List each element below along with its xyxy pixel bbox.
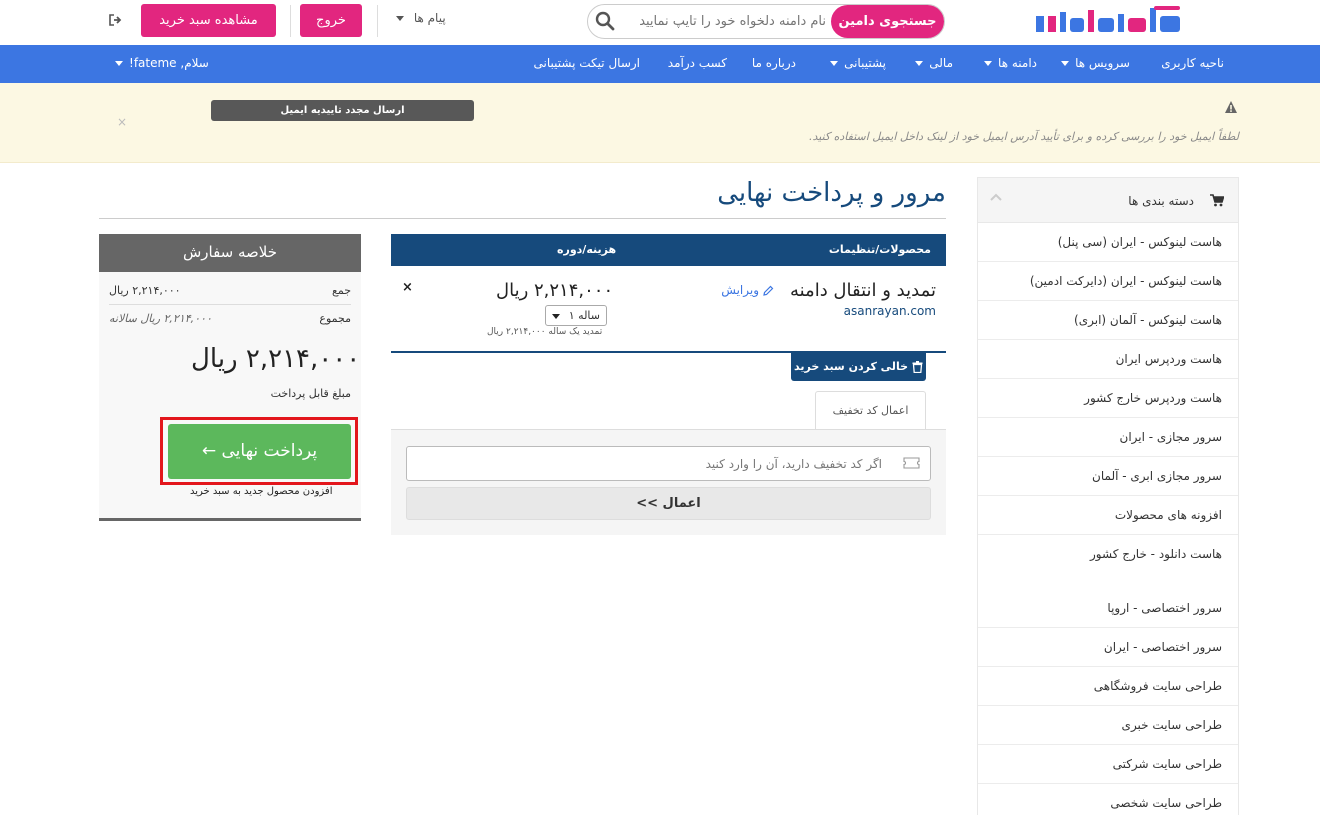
empty-cart-button[interactable]: خالی کردن سبد خرید bbox=[791, 353, 926, 381]
sign-out-icon[interactable] bbox=[108, 13, 122, 27]
nav-label: درباره ما bbox=[751, 56, 796, 70]
logout-button[interactable]: خروج bbox=[300, 4, 362, 37]
messages-dropdown[interactable]: پیام ها bbox=[396, 11, 446, 25]
total-row-label: مجموع bbox=[319, 312, 351, 325]
nav-item-billing[interactable]: مالی bbox=[915, 56, 953, 70]
divider bbox=[377, 5, 378, 37]
shopping-cart-icon bbox=[1210, 194, 1224, 207]
view-cart-button[interactable]: مشاهده سبد خرید bbox=[141, 4, 276, 37]
order-summary-title: خلاصه سفارش bbox=[99, 234, 361, 272]
apply-promo-button[interactable]: اعمال >> bbox=[406, 487, 931, 520]
sidebar-item[interactable]: هاست لینوکس - آلمان (ابری) bbox=[978, 301, 1238, 340]
nav-label: ناحیه کاربری bbox=[1161, 56, 1224, 70]
nav-item-services[interactable]: سرویس ها bbox=[1061, 56, 1130, 70]
resend-verification-button[interactable]: ارسال مجدد تاییدیه ایمیل bbox=[211, 100, 474, 121]
sidebar-item[interactable]: سرور مجازی - ایران bbox=[978, 418, 1238, 457]
warning-icon bbox=[1225, 101, 1237, 113]
user-greeting-dropdown[interactable]: سلام, fateme! bbox=[115, 56, 209, 70]
domain-search: جستجوی دامین bbox=[587, 4, 945, 39]
divider bbox=[99, 218, 946, 219]
cart-item-row: تمدید و انتقال دامنه ویرایش asanrayan.co… bbox=[391, 266, 946, 353]
alert-message: لطفاً ایمیل خود را بررسی کرده و برای تأی… bbox=[808, 130, 1239, 143]
brand-logo[interactable] bbox=[1034, 6, 1182, 36]
caret-down-icon bbox=[984, 61, 993, 66]
sidebar-item[interactable]: سرور اختصاصی - ایران bbox=[978, 628, 1238, 667]
page-title: مرور و پرداخت نهایی bbox=[717, 178, 946, 208]
sidebar-item[interactable]: طراحی سایت شرکتی bbox=[978, 745, 1238, 784]
pencil-icon bbox=[763, 285, 774, 296]
greeting-label: سلام, fateme! bbox=[129, 56, 209, 70]
sidebar-title: دسته بندی ها bbox=[1128, 194, 1194, 208]
nav-label: مالی bbox=[929, 56, 953, 70]
remove-item-button[interactable]: × bbox=[402, 280, 413, 295]
nav-label: سرویس ها bbox=[1075, 56, 1130, 70]
tab-promo-code[interactable]: اعمال کد تخفیف bbox=[815, 391, 926, 430]
caret-down-icon bbox=[915, 61, 924, 66]
renewal-note: تمدید یک ساله ۲,۲۱۴,۰۰۰ ریال bbox=[487, 327, 603, 337]
domain-search-button[interactable]: جستجوی دامین bbox=[831, 5, 944, 38]
sidebar-header[interactable]: دسته بندی ها bbox=[978, 178, 1238, 223]
continue-shopping-link[interactable]: افزودن محصول جدید به سبد خرید bbox=[190, 486, 333, 497]
edit-label: ویرایش bbox=[721, 283, 759, 297]
cart-item-title: تمدید و انتقال دامنه bbox=[789, 280, 936, 301]
alert-close-button[interactable]: × bbox=[117, 115, 127, 129]
domain-search-input[interactable] bbox=[618, 10, 826, 32]
edit-item-link[interactable]: ویرایش bbox=[721, 283, 774, 297]
subtotal-label: جمع bbox=[331, 284, 351, 297]
ticket-icon bbox=[903, 457, 920, 469]
sidebar-item[interactable]: طراحی سایت خبری bbox=[978, 706, 1238, 745]
column-header-price: هزینه/دوره bbox=[557, 243, 617, 256]
caret-down-icon bbox=[552, 314, 560, 319]
caret-down-icon bbox=[115, 61, 123, 66]
chevron-up-icon[interactable] bbox=[990, 192, 1002, 202]
promo-panel: اگر کد تخفیف دارید، آن را وارد کنید اعما… bbox=[391, 429, 946, 535]
cart-item-domain: asanrayan.com bbox=[843, 304, 936, 318]
sidebar-item[interactable]: هاست لینوکس - ایران (دایرکت ادمین) bbox=[978, 262, 1238, 301]
promo-placeholder: اگر کد تخفیف دارید، آن را وارد کنید bbox=[705, 457, 882, 471]
checkout-button[interactable]: پرداخت نهایی ← bbox=[168, 424, 351, 479]
subtotal-value: ۲,۲۱۴,۰۰۰ ریال bbox=[109, 284, 181, 297]
divider bbox=[109, 304, 351, 305]
nav-item-about[interactable]: درباره ما bbox=[752, 56, 796, 70]
trash-icon bbox=[912, 361, 923, 373]
sidebar-item[interactable]: سرور اختصاصی - اروپا bbox=[978, 589, 1238, 628]
cart-item-price: ۲,۲۱۴,۰۰۰ ریال bbox=[496, 280, 614, 301]
billing-cycle-value: ۱ ساله bbox=[568, 309, 600, 322]
sidebar-item[interactable]: هاست وردپرس ایران bbox=[978, 340, 1238, 379]
nav-label: ارسال تیکت پشتیبانی bbox=[533, 56, 640, 70]
nav-label: کسب درآمد bbox=[667, 56, 727, 70]
nav-label: دامنه ها bbox=[998, 56, 1037, 70]
caret-down-icon bbox=[830, 61, 839, 66]
nav-label: پشتیبانی bbox=[844, 56, 886, 70]
total-due-label: مبلغ قابل پرداخت bbox=[270, 387, 351, 400]
top-bar: جستجوی دامین پیام ها خروج مشاهده سبد خری… bbox=[0, 0, 1320, 45]
sidebar-item[interactable]: هاست دانلود - خارج کشور bbox=[978, 535, 1238, 574]
divider bbox=[290, 5, 291, 37]
nav-item-affiliates[interactable]: کسب درآمد bbox=[668, 56, 727, 70]
nav-item-client-area[interactable]: ناحیه کاربری bbox=[1161, 56, 1224, 70]
total-row-value: ۲,۲۱۴,۰۰۰ ریال سالانه bbox=[109, 312, 212, 325]
empty-cart-label: خالی کردن سبد خرید bbox=[794, 360, 908, 373]
caret-down-icon bbox=[1061, 61, 1070, 66]
sidebar-item[interactable]: طراحی سایت شخصی bbox=[978, 784, 1238, 815]
nav-item-domains[interactable]: دامنه ها bbox=[984, 56, 1037, 70]
search-icon[interactable] bbox=[595, 11, 615, 31]
cart-table-header: محصولات/تنظیمات هزینه/دوره bbox=[391, 234, 946, 266]
promo-code-input[interactable]: اگر کد تخفیف دارید، آن را وارد کنید bbox=[406, 446, 931, 481]
billing-cycle-select[interactable]: ۱ ساله bbox=[545, 305, 607, 326]
sidebar-item[interactable]: سرور مجازی ابری - آلمان bbox=[978, 457, 1238, 496]
sidebar-item[interactable]: هاست لینوکس - ایران (سی پنل) bbox=[978, 223, 1238, 262]
messages-label: پیام ها bbox=[413, 11, 446, 25]
caret-down-icon bbox=[396, 16, 404, 21]
sidebar-item[interactable]: طراحی سایت فروشگاهی bbox=[978, 667, 1238, 706]
column-header-products: محصولات/تنظیمات bbox=[828, 243, 931, 256]
sidebar-item[interactable]: افزونه های محصولات bbox=[978, 496, 1238, 535]
nav-item-open-ticket[interactable]: ارسال تیکت پشتیبانی bbox=[534, 56, 640, 70]
categories-sidebar: دسته بندی ها هاست لینوکس - ایران (سی پنل… bbox=[977, 177, 1239, 815]
sidebar-item[interactable]: هاست وردپرس خارج کشور bbox=[978, 379, 1238, 418]
email-verify-alert: لطفاً ایمیل خود را بررسی کرده و برای تأی… bbox=[0, 83, 1320, 163]
total-due-amount: ۲,۲۱۴,۰۰۰ ریال bbox=[191, 344, 361, 374]
main-nav: ناحیه کاربری سرویس ها دامنه ها مالی پشتی… bbox=[0, 45, 1320, 83]
nav-item-support[interactable]: پشتیبانی bbox=[830, 56, 886, 70]
